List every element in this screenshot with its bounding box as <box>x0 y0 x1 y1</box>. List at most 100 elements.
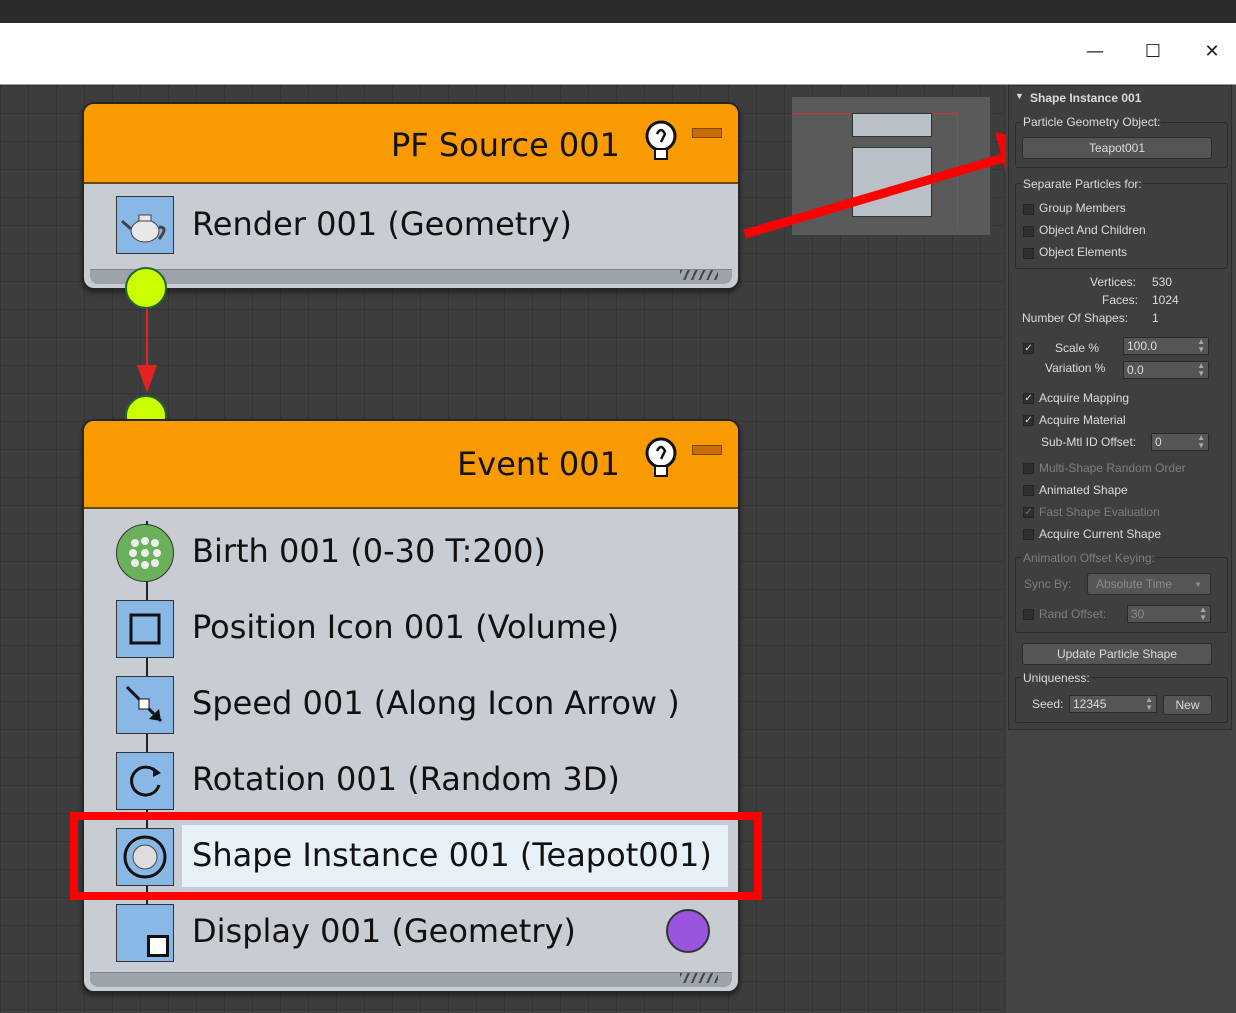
display-icon <box>116 904 174 962</box>
checkbox-label: Acquire Material <box>1039 413 1126 427</box>
seed-spinner[interactable]: 12345 ▲ ▼ <box>1069 695 1157 713</box>
rollout-collapse-icon[interactable]: ▼ <box>1015 91 1024 101</box>
group-label: Separate Particles for: <box>1022 177 1143 191</box>
new-seed-button[interactable]: New <box>1163 695 1212 715</box>
spinner-arrows-icon[interactable]: ▲ ▼ <box>1197 362 1205 378</box>
position-icon <box>116 600 174 658</box>
submtl-label: Sub-Mtl ID Offset: <box>1041 435 1137 449</box>
node-footer <box>90 972 732 987</box>
operator-row[interactable]: Render 001 (Geometry) <box>84 192 738 262</box>
submtl-spinner[interactable]: 0 ▲ ▼ <box>1151 433 1209 451</box>
close-button[interactable]: ✕ <box>1192 33 1232 69</box>
maximize-button[interactable]: ☐ <box>1133 33 1173 69</box>
spinner-arrows-icon[interactable]: ▲ ▼ <box>1197 338 1205 354</box>
command-panel: ▼ Shape Instance 001 Particle Geometry O… <box>1006 85 1236 1013</box>
rand-offset-checkbox[interactable] <box>1023 609 1034 620</box>
teapot-render-icon <box>116 196 174 254</box>
checkbox-label: Acquire Mapping <box>1039 391 1130 405</box>
annotation-highlight-box <box>70 812 762 900</box>
seed-value: 12345 <box>1073 697 1107 711</box>
node-header[interactable]: PF Source 001 <box>84 104 738 184</box>
group-label: Particle Geometry Object: <box>1022 115 1162 129</box>
pick-object-button[interactable]: Teapot001 <box>1022 137 1212 159</box>
operator-label: Render 001 (Geometry) <box>192 205 572 243</box>
object-and-children-checkbox[interactable] <box>1023 226 1034 237</box>
speed-icon <box>116 676 174 734</box>
rand-offset-label: Rand Offset: <box>1039 607 1107 621</box>
event-node[interactable]: Event 001 Birth 001 (0-30 T:200) Positio… <box>82 419 740 993</box>
rand-offset-spinner[interactable]: 30 ▲ ▼ <box>1127 605 1211 623</box>
resize-grip-icon[interactable] <box>680 973 718 983</box>
minimize-button[interactable]: — <box>1075 33 1115 69</box>
checkbox-label: Animated Shape <box>1039 483 1128 497</box>
num-shapes-value: 1 <box>1152 311 1159 325</box>
spinner-arrows-icon[interactable]: ▲ ▼ <box>1145 696 1153 712</box>
scale-value: 100.0 <box>1127 339 1158 353</box>
scale-label: Scale % <box>1055 341 1100 355</box>
node-footer <box>90 269 732 284</box>
checkbox-label: Object And Children <box>1039 223 1146 237</box>
window-titlebar: — ☐ ✕ <box>0 23 1236 85</box>
node-header[interactable]: Event 001 <box>84 421 738 509</box>
operator-label: Speed 001 (Along Icon Arrow ) <box>192 684 680 722</box>
seed-label: Seed: <box>1032 697 1064 711</box>
group-members-checkbox[interactable] <box>1023 204 1034 215</box>
pf-source-node[interactable]: PF Source 001 Render 001 (Geometry) <box>82 102 740 290</box>
operator-row[interactable]: Position Icon 001 (Volume) <box>84 597 738 667</box>
lightbulb-icon[interactable] <box>644 120 678 164</box>
spinner-arrows-icon[interactable]: ▲ ▼ <box>1197 434 1205 450</box>
animated-shape-checkbox[interactable] <box>1023 485 1034 496</box>
checkbox-label: Group Members <box>1039 201 1126 215</box>
vertices-value: 530 <box>1152 275 1173 289</box>
multi-shape-checkbox[interactable] <box>1023 463 1034 474</box>
checkbox-label: Fast Shape Evaluation <box>1039 505 1160 519</box>
shape-instance-rollout: ▼ Shape Instance 001 Particle Geometry O… <box>1008 85 1232 730</box>
maximize-icon: ☐ <box>1144 40 1162 62</box>
output-connector[interactable] <box>125 267 167 309</box>
node-title: Event 001 <box>457 445 620 483</box>
node-title: PF Source 001 <box>390 126 620 164</box>
rollout-title[interactable]: Shape Instance 001 <box>1030 91 1141 105</box>
spinner-arrows-icon[interactable]: ▲ ▼ <box>1199 606 1207 622</box>
chevron-down-icon: ▼ <box>1194 579 1202 589</box>
rand-offset-value: 30 <box>1131 607 1145 621</box>
scale-checkbox[interactable]: ✓ <box>1023 343 1034 354</box>
collapse-icon[interactable] <box>692 128 722 138</box>
sync-by-dropdown[interactable]: Absolute Time ▼ <box>1087 573 1211 595</box>
faces-label: Faces: <box>1102 293 1139 307</box>
fast-shape-checkbox[interactable]: ✓ <box>1023 507 1034 518</box>
update-particle-shape-button[interactable]: Update Particle Shape <box>1022 643 1212 665</box>
operator-row[interactable]: Rotation 001 (Random 3D) <box>84 749 738 819</box>
submtl-value: 0 <box>1155 435 1162 449</box>
operator-label: Rotation 001 (Random 3D) <box>192 760 620 798</box>
minimize-icon: — <box>1086 40 1104 62</box>
checkbox-label: Object Elements <box>1039 245 1128 259</box>
acquire-current-checkbox[interactable] <box>1023 529 1034 540</box>
operator-row[interactable]: Display 001 (Geometry) <box>84 901 738 971</box>
rotation-icon <box>116 752 174 810</box>
operator-label: Birth 001 (0-30 T:200) <box>192 532 546 570</box>
collapse-icon[interactable] <box>692 445 722 455</box>
scale-spinner[interactable]: 100.0 ▲ ▼ <box>1123 337 1209 355</box>
faces-value: 1024 <box>1152 293 1179 307</box>
variation-spinner[interactable]: 0.0 ▲ ▼ <box>1123 361 1209 379</box>
group-label: Animation Offset Keying: <box>1022 551 1156 565</box>
acquire-mapping-checkbox[interactable]: ✓ <box>1023 393 1034 404</box>
lightbulb-icon[interactable] <box>644 437 678 481</box>
operator-label: Position Icon 001 (Volume) <box>192 608 620 646</box>
operator-label: Display 001 (Geometry) <box>192 912 576 950</box>
object-elements-checkbox[interactable] <box>1023 248 1034 259</box>
operator-row[interactable]: Speed 001 (Along Icon Arrow ) <box>84 673 738 743</box>
variation-label: Variation % <box>1045 361 1106 375</box>
display-color-swatch[interactable] <box>666 909 710 953</box>
checkbox-label: Acquire Current Shape <box>1039 527 1162 541</box>
operator-row[interactable]: Birth 001 (0-30 T:200) <box>84 521 738 591</box>
vertices-label: Vertices: <box>1090 275 1137 289</box>
resize-grip-icon[interactable] <box>680 270 718 280</box>
sync-by-value: Absolute Time <box>1096 577 1173 591</box>
group-label: Uniqueness: <box>1022 671 1091 685</box>
close-icon: ✕ <box>1204 40 1220 62</box>
birth-icon <box>116 524 174 582</box>
top-strip <box>0 0 1236 23</box>
acquire-material-checkbox[interactable]: ✓ <box>1023 415 1034 426</box>
